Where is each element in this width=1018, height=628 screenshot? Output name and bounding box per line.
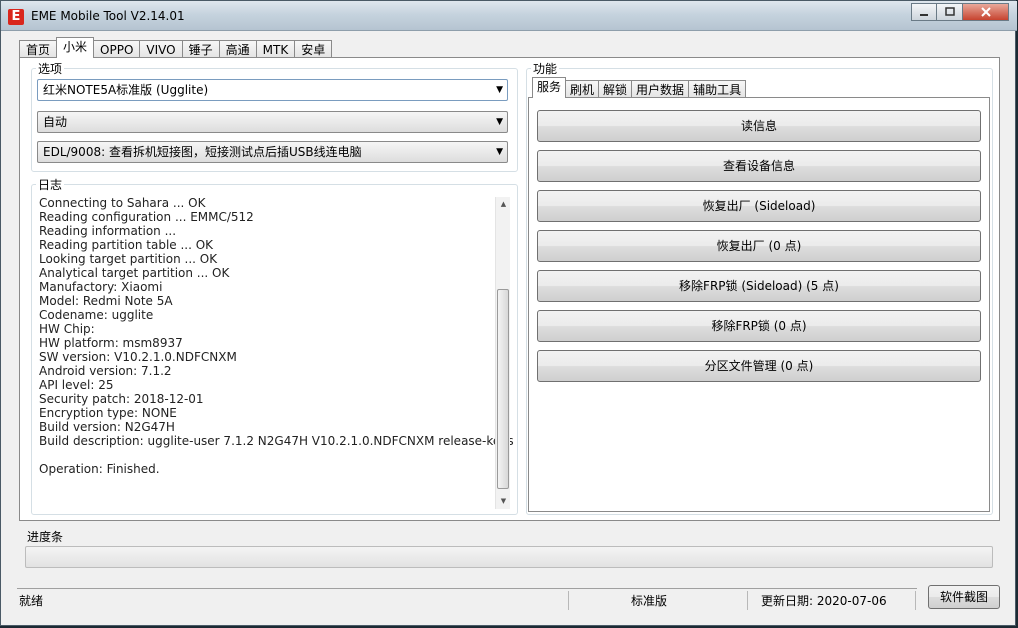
functions-group-label: 功能 [531,60,560,77]
main-tab-strip: 首页 小米 OPPO VIVO 锤子 高通 MTK 安卓 [19,37,333,58]
mode-select-value: 自动 [43,115,68,129]
factory-reset-sideload-button[interactable]: 恢复出厂 (Sideload) [537,190,981,222]
chevron-down-icon: ▼ [496,85,503,95]
remove-frp-sideload-button[interactable]: 移除FRP锁 (Sideload) (5 点) [537,270,981,302]
scroll-up-icon[interactable]: ▲ [496,197,511,212]
edl-select-value: EDL/9008: 查看拆机短接图，短接测试点后插USB线连电脑 [43,145,362,159]
status-update-date: 更新日期: 2020-07-06 [761,594,887,608]
scrollbar-thumb[interactable] [497,289,509,489]
close-icon [980,7,991,17]
tab-unlock[interactable]: 解锁 [598,80,633,98]
model-select-value: 红米NOTE5A标准版 (Ugglite) [43,83,209,97]
read-info-button[interactable]: 读信息 [537,110,981,142]
app-logo-icon: E [8,9,24,25]
chevron-down-icon: ▼ [496,147,503,157]
tab-xiaomi[interactable]: 小米 [56,37,95,58]
log-scrollbar[interactable]: ▲ ▼ [495,197,510,509]
model-select[interactable]: 红米NOTE5A标准版 (Ugglite) ▼ [37,79,508,101]
progress-label: 进度条 [27,530,64,544]
tab-android[interactable]: 安卓 [294,40,333,58]
edl-select[interactable]: EDL/9008: 查看拆机短接图，短接测试点后插USB线连电脑 ▼ [37,141,508,163]
status-edition: 标准版 [631,594,668,608]
title-bar[interactable]: E EME Mobile Tool V2.14.01 [1,1,1017,31]
tab-home[interactable]: 首页 [19,40,58,58]
maximize-icon [944,7,955,16]
close-button[interactable] [963,3,1009,21]
window-controls [911,3,1009,21]
tab-qualcomm[interactable]: 高通 [218,40,257,58]
maximize-button[interactable] [937,3,963,21]
app-window: E EME Mobile Tool V2.14.01 首页 小米 OPPO VI… [0,0,1017,626]
status-state: 就绪 [19,594,44,608]
tab-smartisan[interactable]: 锤子 [181,40,220,58]
status-divider [568,591,569,610]
tab-oppo[interactable]: OPPO [93,40,141,58]
log-output[interactable]: Connecting to Sahara ... OK Reading conf… [39,196,514,512]
function-tab-strip: 服务 刷机 解锁 用户数据 辅助工具 [532,77,747,98]
chevron-down-icon: ▼ [496,117,503,127]
tab-tools[interactable]: 辅助工具 [688,80,747,98]
mode-select[interactable]: 自动 ▼ [37,111,508,133]
status-bar: 就绪 标准版 更新日期: 2020-07-06 [17,588,917,610]
remove-frp-button[interactable]: 移除FRP锁 (0 点) [537,310,981,342]
scroll-down-icon[interactable]: ▼ [496,494,511,509]
tab-service[interactable]: 服务 [532,77,567,98]
screenshot-button[interactable]: 软件截图 [928,585,1000,609]
minimize-button[interactable] [911,3,937,21]
partition-manager-button[interactable]: 分区文件管理 (0 点) [537,350,981,382]
options-group-label: 选项 [36,60,65,77]
tab-user-data[interactable]: 用户数据 [631,80,690,98]
tab-vivo[interactable]: VIVO [139,40,183,58]
tab-mtk[interactable]: MTK [255,40,296,58]
tab-flash[interactable]: 刷机 [565,80,600,98]
view-device-info-button[interactable]: 查看设备信息 [537,150,981,182]
status-divider [747,591,748,610]
minimize-icon [920,14,928,16]
progress-bar [25,546,993,568]
log-group-label: 日志 [36,176,65,193]
factory-reset-button[interactable]: 恢复出厂 (0 点) [537,230,981,262]
status-divider [915,591,916,610]
window-title: EME Mobile Tool V2.14.01 [31,9,185,23]
